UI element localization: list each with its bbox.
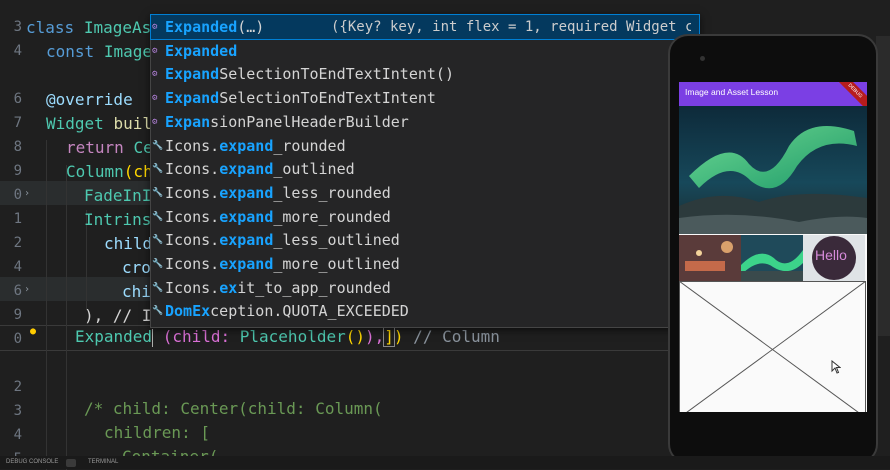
line-number: 4 [13,427,22,443]
line-number: 2 [13,235,22,251]
property-icon: 🔧 [152,211,164,222]
suggestion-label: Icons.expand_more_outlined [165,255,400,273]
suggestion-label: DomException.QUOTA_EXCEEDED [165,302,409,321]
line-number: 1 [13,211,22,227]
app-bar: Image and Asset Lesson DEBUG [679,82,867,115]
lights-thumbnail [679,235,741,281]
camera-icon [700,56,705,61]
line-number: 6 [13,91,22,107]
indent-guide [46,140,47,470]
line-number: 2 [13,379,22,395]
line-number: 9 [13,163,22,179]
suggestion-item[interactable]: ⚙ ExpandSelectionToEndTextIntent [151,86,699,110]
code-line: Intrins [84,210,152,229]
code-line: Column(ch [66,162,153,181]
code-line: Widget buil [46,114,152,133]
fold-chevron-icon[interactable]: › [24,284,30,295]
suggestion-item[interactable]: 🔧 DomException.QUOTA_EXCEEDED [151,299,699,323]
suggestion-label: ExpandSelectionToEndTextIntent [165,89,436,108]
aurora-hero-image [679,106,867,234]
property-icon: 🔧 [152,187,164,198]
property-icon: 🔧 [152,282,164,293]
suggestion-item[interactable]: ⚙ Expanded [151,39,699,63]
class-icon: ⚙ [152,93,158,104]
code-line: /* child: Center(child: Column( [84,399,383,418]
hello-text: Hello [815,247,847,263]
class-icon: ⚙ [152,45,158,56]
suggestion-label: Icons.expand_more_rounded [165,207,391,226]
badge-icon [66,459,76,467]
code-line: cro [122,258,151,277]
code-line: child [104,234,153,253]
code-line-current[interactable]: Expanded (child: Placeholder()),]) // Co… [75,325,500,349]
panel-tabs[interactable]: DEBUG CONSOLE TERMINAL [0,456,890,469]
indent-guide [66,165,67,470]
suggestion-label: ExpansionPanelHeaderBuilder [165,112,409,131]
suggestion-label: Icons.expand_less_outlined [165,231,400,250]
lightbulb-icon[interactable]: ● [30,326,36,337]
suggestion-label: Icons.expand_less_rounded [165,183,391,202]
suggestion-item[interactable]: 🔧 Icons.expand_more_rounded [151,205,699,229]
line-number: 9 [13,307,22,323]
line-number: 0 [13,331,22,347]
suggestion-item[interactable]: 🔧 Icons.exit_to_app_rounded [151,276,699,300]
line-number: 3 [13,403,22,419]
code-line: return Ce [66,138,153,157]
code-line: chi [122,282,151,301]
suggestion-item[interactable]: 🔧 Icons.expand_less_rounded [151,181,699,205]
suggestion-label: Icons.expand_rounded [165,136,346,155]
hello-thumbnail: Hello [803,235,865,281]
line-number: 0 [13,187,22,203]
property-icon: 🔧 [152,259,164,269]
suggestion-label: Icons.expand_outlined [165,160,355,179]
app-bar-title: Image and Asset Lesson [685,87,779,97]
property-icon: 🔧 [152,164,164,175]
mouse-pointer-icon [831,360,841,374]
suggestion-label: ExpandSelectionToEndTextIntent() [165,65,454,84]
suggestion-item[interactable]: 🔧 Icons.expand_more_outlined [151,252,699,276]
suggestion-item[interactable]: 🔧 Icons.expand_outlined [151,157,699,181]
suggestion-item[interactable]: ⚙ ExpandSelectionToEndTextIntent() [151,62,699,86]
property-icon: 🔧 [152,306,164,317]
placeholder-widget [679,281,866,412]
fold-chevron-icon[interactable]: › [24,188,30,199]
aurora-thumbnail [741,235,803,281]
terminal-tab[interactable]: TERMINAL [88,456,118,469]
suggestion-item[interactable]: 🔧 Icons.expand_rounded [151,134,699,158]
property-icon: 🔧 [152,235,164,246]
class-icon: ⚙ [152,116,158,127]
suggestion-label: Expanded [165,41,238,60]
suggestion-item[interactable]: ⚙ Expanded(…) ({Key? key, int flex = 1, re… [150,14,700,40]
line-number: 3 [13,19,22,35]
emulator-toolbar[interactable] [876,36,890,336]
line-number: 4 [13,259,22,275]
code-line: children: [ [104,423,210,442]
code-line: const Image [46,42,152,61]
code-line: class ImageAs [26,18,152,37]
property-icon: 🔧 [152,140,164,151]
code-line: FadeInI [84,186,152,205]
class-icon: ⚙ [152,69,158,80]
suggestion-item[interactable]: 🔧 Icons.expand_less_outlined [151,228,699,252]
line-number: 4 [13,43,22,59]
suggestion-detail: ({Key? key, int flex = 1, required Widge… [331,19,691,35]
line-number: 6 [13,283,22,299]
line-number: 7 [13,115,22,131]
code-line: @override [46,90,133,109]
suggestion-label: Icons.exit_to_app_rounded [165,278,391,297]
line-number: 8 [13,139,22,155]
autocomplete-suggestions[interactable]: ⚙ Expanded(…) ({Key? key, int flex = 1, re… [150,14,700,328]
debug-console-tab[interactable]: DEBUG CONSOLE [6,456,58,469]
class-icon: ⚙ [152,22,158,32]
suggestion-item[interactable]: ⚙ ExpansionPanelHeaderBuilder [151,110,699,134]
suggestion-label: Expanded(…) [165,18,265,36]
android-emulator[interactable]: Image and Asset Lesson DEBUG Hello [668,34,878,464]
